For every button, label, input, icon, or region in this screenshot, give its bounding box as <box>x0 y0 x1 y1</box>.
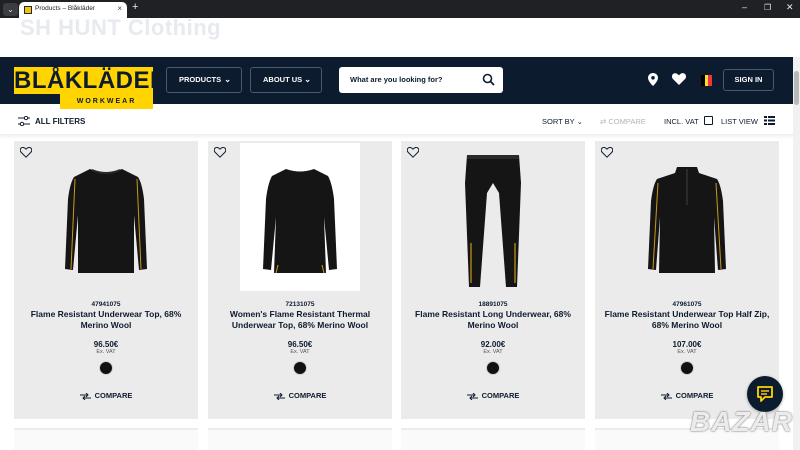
chevron-down-icon: ⌄ <box>224 75 231 84</box>
product-card[interactable]: 18891075 Flame Resistant Long Underwear,… <box>401 141 585 419</box>
chevron-down-icon: ⌄ <box>576 117 583 126</box>
close-tab-icon[interactable]: × <box>117 4 122 13</box>
favorite-heart-icon[interactable] <box>20 147 32 158</box>
compare-toolbar-button[interactable]: ⇄ COMPARE <box>600 117 646 126</box>
bazar-watermark: BAZAR <box>690 406 793 437</box>
minimize-button[interactable]: – <box>742 2 747 12</box>
color-swatch-black[interactable] <box>680 361 694 375</box>
all-filters-button[interactable]: ALL FILTERS <box>35 117 85 126</box>
product-price: 96.50€ <box>93 340 119 349</box>
product-name[interactable]: Flame Resistant Underwear Top Half Zip, … <box>603 309 771 331</box>
tab-list-dropdown[interactable]: ⌄ <box>3 3 18 16</box>
product-name[interactable]: Flame Resistant Long Underwear, 68% Meri… <box>409 309 577 331</box>
favorite-heart-icon[interactable] <box>601 147 613 158</box>
product-image[interactable] <box>46 143 166 291</box>
scrollbar-thumb[interactable] <box>794 71 799 105</box>
chevron-down-icon: ⌄ <box>304 75 311 84</box>
product-image[interactable] <box>433 143 553 291</box>
compare-arrows-icon <box>660 392 672 400</box>
compare-label: COMPARE <box>481 391 520 400</box>
filter-bar-divider <box>0 134 793 139</box>
watermark-text: SH HUNT Clothing <box>20 15 222 40</box>
product-sku: 72131075 <box>285 301 315 308</box>
page-scrollbar[interactable] <box>793 57 800 450</box>
product-card[interactable]: 72131075 Women's Flame Resistant Thermal… <box>208 141 392 419</box>
product-sku: 47941075 <box>91 301 121 308</box>
chat-bubble-icon <box>757 386 773 402</box>
compare-arrows-icon <box>466 392 478 400</box>
tab-title: Products – Blåkläder <box>35 5 95 12</box>
list-view-icon[interactable] <box>764 116 775 125</box>
location-pin-icon[interactable] <box>648 73 658 86</box>
product-card[interactable]: 47961075 Flame Resistant Underwear Top H… <box>595 141 779 419</box>
list-view-button[interactable]: LIST VIEW <box>721 117 758 126</box>
nav-about-label: ABOUT US <box>263 75 303 84</box>
product-card-next-row <box>208 428 392 450</box>
nav-products-button[interactable]: PRODUCTS ⌄ <box>166 67 242 93</box>
incl-vat-checkbox[interactable] <box>704 116 713 125</box>
color-swatch-black[interactable] <box>486 361 500 375</box>
product-name[interactable]: Flame Resistant Underwear Top, 68% Merin… <box>22 309 190 331</box>
close-window-button[interactable]: ✕ <box>786 2 794 13</box>
favorite-heart-icon[interactable] <box>407 147 419 158</box>
product-price: 96.50€ <box>287 340 313 349</box>
new-tab-button[interactable]: + <box>132 1 138 13</box>
compare-button[interactable]: COMPARE <box>14 391 198 400</box>
product-price: 92.00€ <box>480 340 506 349</box>
sort-by-label: SORT BY <box>542 117 575 126</box>
product-image[interactable] <box>627 143 747 291</box>
maximize-button[interactable]: ❐ <box>764 3 771 12</box>
incl-vat-label: INCL. VAT <box>664 117 699 126</box>
favorite-heart-icon[interactable] <box>214 147 226 158</box>
product-vat-note: Ex. VAT <box>290 349 310 355</box>
search-input[interactable]: What are you looking for? <box>339 67 503 93</box>
favicon-icon <box>24 6 32 14</box>
product-card[interactable]: 47941075 Flame Resistant Underwear Top, … <box>14 141 198 419</box>
product-card-next-row <box>401 428 585 450</box>
wishlist-heart-icon[interactable] <box>672 73 686 85</box>
product-vat-note: Ex. VAT <box>96 349 116 355</box>
product-vat-note: Ex. VAT <box>483 349 503 355</box>
compare-label: COMPARE <box>288 391 327 400</box>
product-sku: 47961075 <box>672 301 702 308</box>
compare-arrows-icon <box>79 392 91 400</box>
nav-products-label: PRODUCTS <box>179 75 222 84</box>
compare-label: COMPARE <box>608 117 646 126</box>
compare-arrows-icon <box>273 392 285 400</box>
compare-button[interactable]: COMPARE <box>208 391 392 400</box>
brand-logo[interactable]: BLÅKLÄDER WORKWEAR <box>14 67 168 109</box>
country-flag-icon[interactable] <box>701 73 712 86</box>
color-swatch-black[interactable] <box>293 361 307 375</box>
product-image[interactable] <box>240 143 360 291</box>
sign-in-button[interactable]: SIGN IN <box>723 69 774 91</box>
product-name[interactable]: Women's Flame Resistant Thermal Underwea… <box>216 309 384 331</box>
search-icon[interactable] <box>482 73 495 86</box>
compare-button[interactable]: COMPARE <box>401 391 585 400</box>
product-vat-note: Ex. VAT <box>677 349 697 355</box>
sort-by-dropdown[interactable]: SORT BY ⌄ <box>542 117 583 126</box>
compare-label: COMPARE <box>675 391 714 400</box>
product-sku: 18891075 <box>478 301 508 308</box>
product-price: 107.00€ <box>672 340 702 349</box>
flag-stripe <box>708 75 712 86</box>
product-card-next-row <box>14 428 198 450</box>
search-placeholder: What are you looking for? <box>350 75 443 84</box>
logo-wordmark: BLÅKLÄDER <box>14 67 168 94</box>
logo-subtitle: WORKWEAR <box>60 94 153 109</box>
nav-about-button[interactable]: ABOUT US ⌄ <box>250 67 322 93</box>
color-swatch-black[interactable] <box>99 361 113 375</box>
filters-sliders-icon[interactable] <box>18 116 30 126</box>
compare-label: COMPARE <box>94 391 133 400</box>
